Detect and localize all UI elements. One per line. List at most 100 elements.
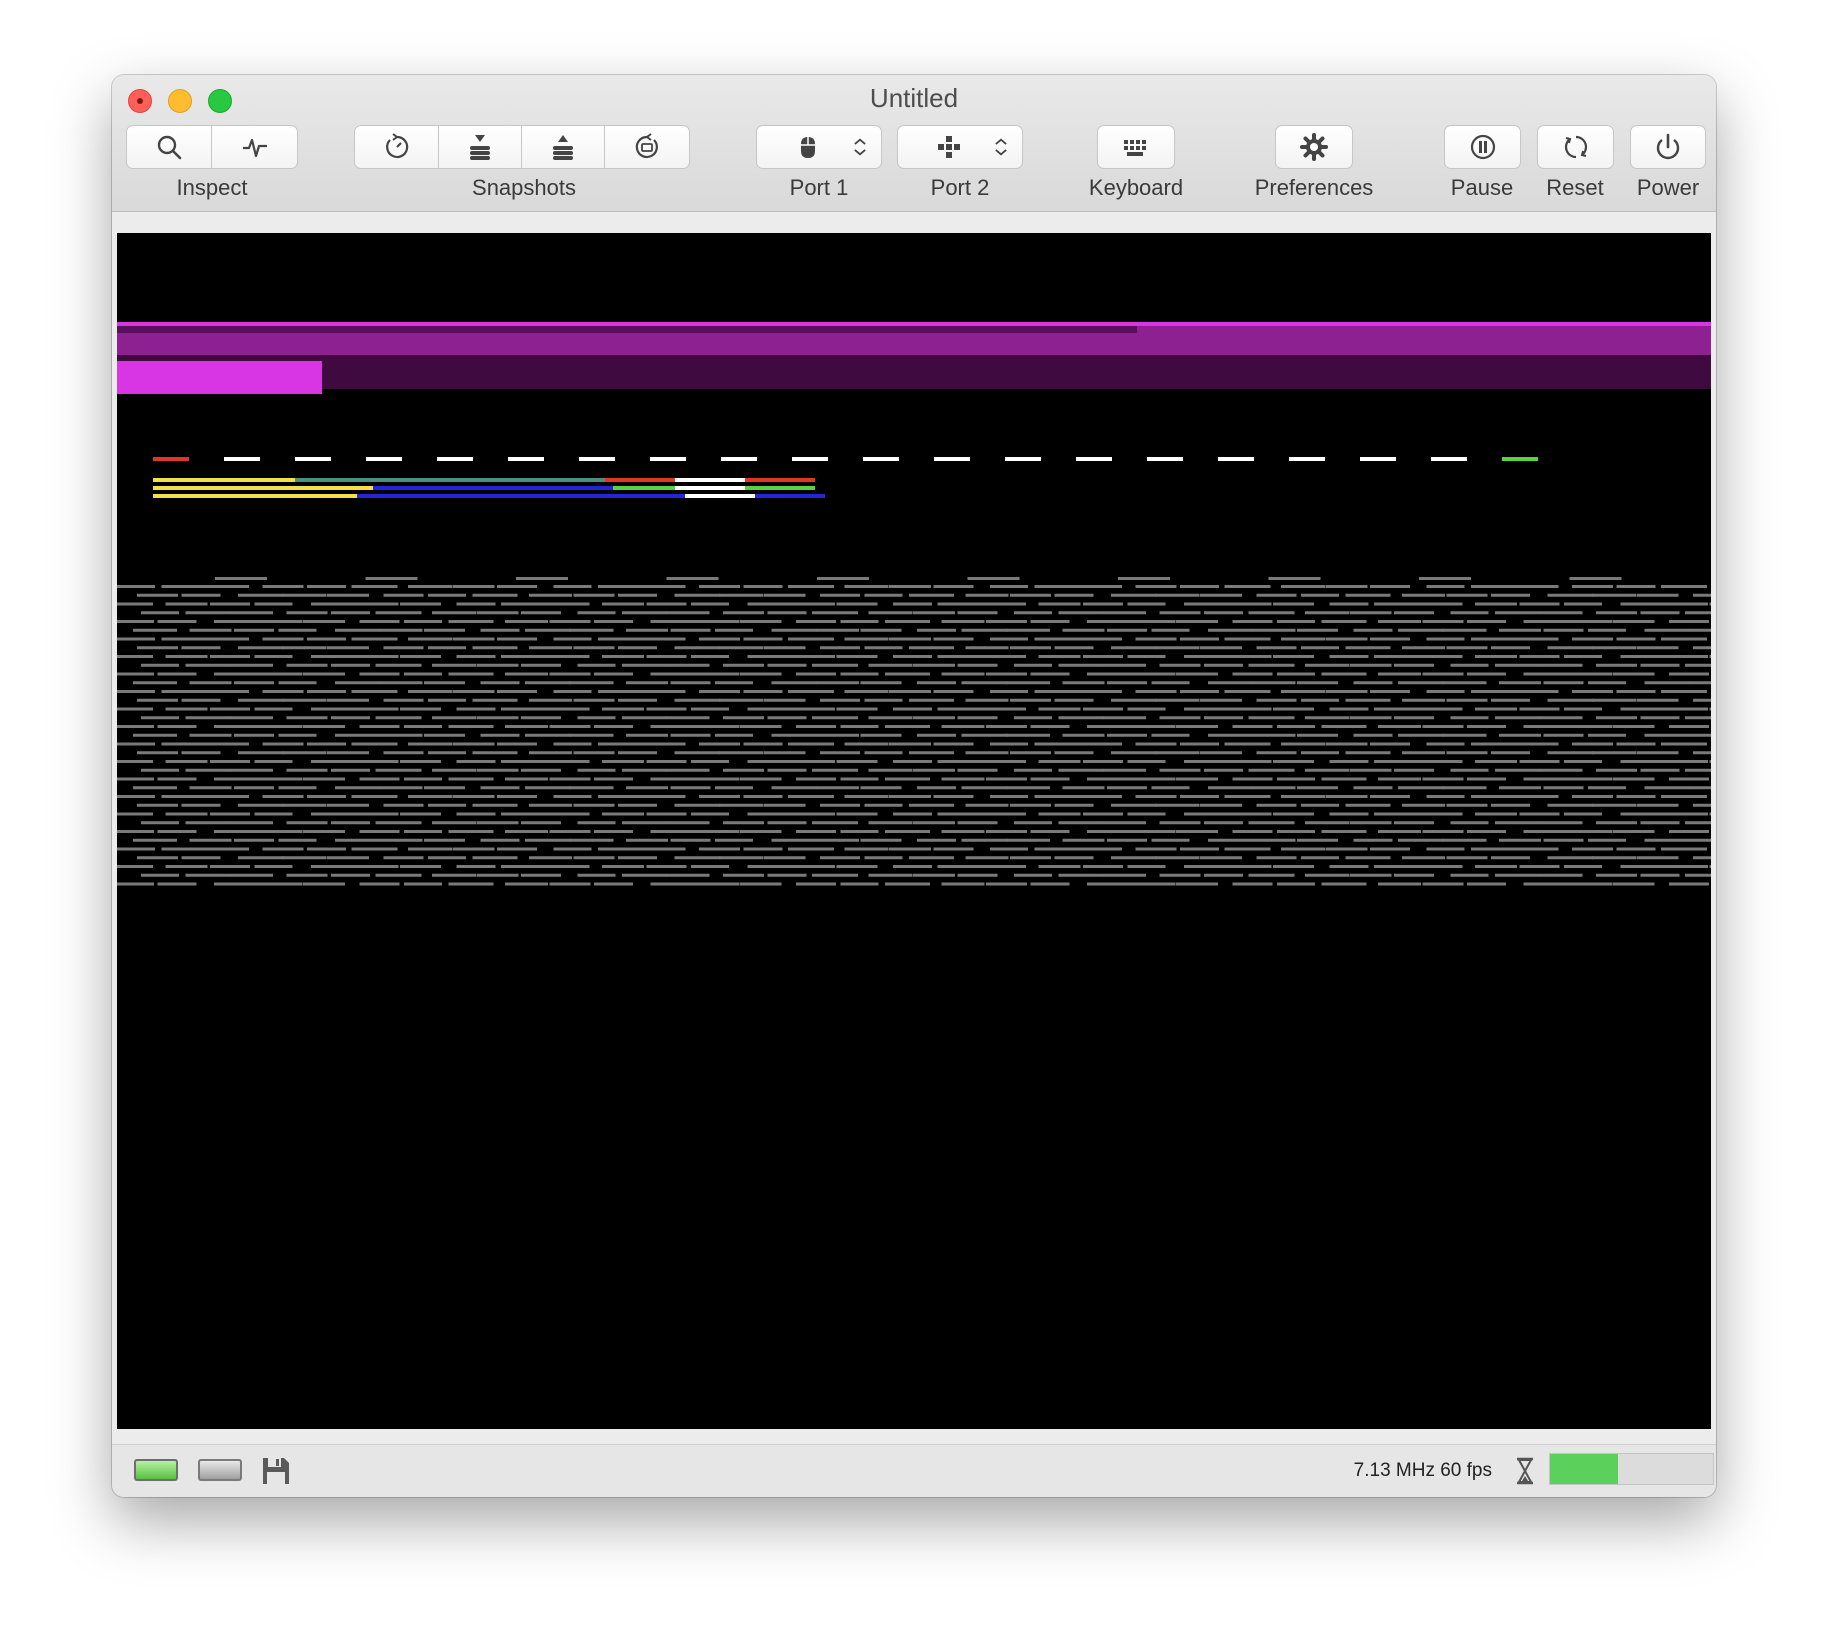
port2-popup[interactable] [897, 125, 1023, 169]
gray-pattern-line [1547, 593, 1594, 597]
gray-pattern-line [1159, 821, 1201, 825]
gray-pattern-line [569, 628, 614, 632]
gray-pattern-line [990, 795, 1028, 798]
gray-pattern-line [1378, 620, 1421, 623]
gray-pattern-line [137, 698, 178, 702]
magenta-band [1137, 326, 1711, 333]
gray-pattern-line [986, 725, 1027, 728]
gray-pattern-line [917, 681, 956, 685]
gray-pattern-line [1665, 655, 1708, 658]
gray-pattern-line [230, 873, 273, 877]
gray-pattern-line [1491, 803, 1530, 807]
gray-pattern-line [812, 663, 858, 667]
gray-pattern-line [1103, 821, 1146, 825]
performance-bar [1549, 1453, 1714, 1485]
gray-pattern-line [521, 873, 561, 877]
gray-pattern-line [1277, 830, 1315, 833]
emulator-screen[interactable] [117, 233, 1711, 1429]
gray-pattern-line [278, 838, 317, 842]
preferences-button[interactable] [1275, 125, 1353, 169]
gray-pattern-line [747, 760, 793, 763]
hourglass-icon[interactable] [1514, 1457, 1536, 1485]
gray-pattern-line [303, 830, 345, 833]
gray-pattern-line [1321, 672, 1367, 676]
gray-pattern-line [456, 812, 496, 816]
gray-pattern-line [404, 672, 442, 676]
gray-pattern-line [505, 777, 548, 781]
gray-pattern-line [982, 602, 1026, 606]
gray-pattern-line [282, 646, 327, 650]
gray-pattern-line [1127, 707, 1166, 711]
gray-pattern-line [885, 620, 930, 623]
gray-pattern-line [885, 882, 930, 886]
gray-pattern-line [1370, 690, 1410, 693]
power-button[interactable] [1630, 125, 1706, 169]
gray-pattern-line [234, 733, 274, 737]
gray-pattern-line [889, 742, 931, 746]
gray-pattern-line [1370, 795, 1410, 798]
gray-pattern-line [282, 698, 327, 702]
gray-pattern-line [788, 690, 834, 693]
gray-pattern-line [1450, 821, 1489, 825]
gray-pattern-line [1135, 742, 1177, 746]
restore-snapshot-button[interactable] [522, 125, 605, 169]
gray-pattern-line [1107, 838, 1147, 842]
gray-pattern-line [1200, 698, 1242, 702]
gray-pattern-line [1228, 655, 1272, 658]
gray-pattern-line [545, 865, 590, 868]
gray-pattern-line [448, 725, 494, 728]
reset-icon [1564, 135, 1587, 159]
gray-pattern-line [602, 707, 644, 711]
gray-pattern-line [1353, 786, 1393, 790]
gray-pattern-line [719, 593, 763, 597]
keyboard-button[interactable] [1097, 125, 1175, 169]
gray-pattern-line [961, 628, 1008, 632]
floppy-disk-icon[interactable] [260, 1455, 292, 1487]
gray-pattern-line [1248, 716, 1295, 720]
gray-pattern-line [1079, 742, 1122, 746]
gray-pattern-line [961, 838, 1008, 842]
gray-pattern-line [432, 663, 476, 667]
gray-pattern-line [650, 725, 697, 728]
gray-pattern-line [1200, 856, 1242, 860]
gray-pattern-line [181, 856, 221, 860]
drive-active-icon[interactable] [134, 1459, 178, 1481]
gray-pattern-line [1592, 593, 1636, 597]
gray-pattern-line [646, 760, 687, 763]
gray-pattern-line [452, 795, 495, 798]
inspector-button[interactable] [126, 125, 212, 169]
gray-pattern-line [303, 672, 345, 676]
gray-pattern-line [262, 637, 304, 641]
revert-snapshot-button[interactable] [605, 125, 690, 169]
gray-pattern-line [1491, 751, 1530, 755]
pause-button[interactable] [1444, 125, 1521, 169]
gray-pattern-line [622, 768, 667, 772]
gray-pattern-line [1450, 611, 1489, 615]
port1-popup[interactable] [756, 125, 882, 169]
gray-pattern-line [1596, 611, 1637, 615]
gray-pattern-line [1693, 751, 1711, 755]
gray-pattern-line [448, 882, 494, 886]
gray-pattern-line [1010, 698, 1051, 702]
gray-pattern-line [836, 812, 878, 816]
drive-idle-icon[interactable] [198, 1459, 242, 1481]
gray-pattern-line [860, 838, 902, 842]
take-snapshot-button[interactable] [439, 125, 522, 169]
gray-pattern-line [788, 742, 834, 746]
gray-pattern-line [1442, 681, 1487, 685]
reset-button[interactable] [1537, 125, 1614, 169]
gray-pattern-line [375, 716, 422, 720]
gray-pattern-line [1232, 830, 1273, 833]
gray-pattern-line [1256, 698, 1297, 702]
gray-pattern-line [666, 768, 710, 772]
gray-pattern-line [1010, 593, 1051, 597]
gray-pattern-line [359, 672, 400, 676]
gray-pattern-line [553, 742, 592, 746]
gray-pattern-line [967, 577, 1020, 580]
gray-pattern-line [602, 865, 644, 868]
gray-pattern-line [355, 655, 399, 658]
gray-pattern-line [990, 637, 1028, 641]
snapshot-browser-button[interactable] [354, 125, 439, 169]
gray-pattern-line [594, 777, 633, 781]
monitor-button[interactable] [212, 125, 298, 169]
